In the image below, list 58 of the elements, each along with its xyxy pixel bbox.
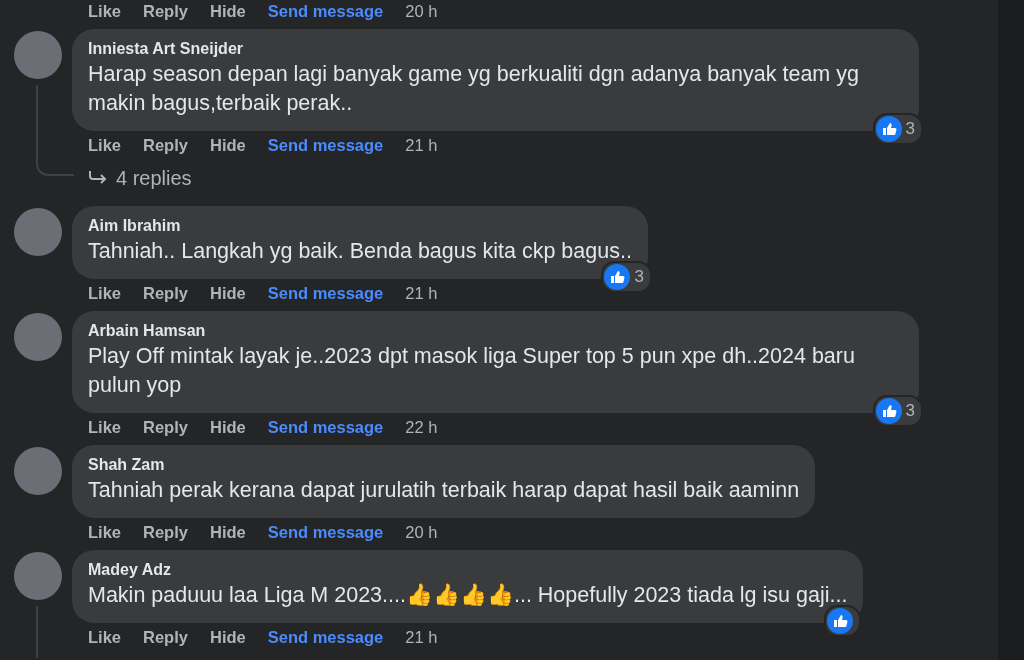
action-link[interactable]: Hide — [209, 283, 246, 303]
action-link[interactable]: Like — [88, 417, 122, 437]
thumbs-up-icon — [604, 264, 631, 290]
comment-text: Play Off mintak layak je..2023 dpt masok liga Super top 5 pun xpe dh..2024 baru pulun yop — [88, 343, 856, 399]
thumbs-up-icon — [827, 608, 854, 634]
timestamp: 22 h — [405, 417, 438, 437]
reaction-badge[interactable] — [824, 605, 862, 637]
action-link[interactable]: Reply — [143, 417, 188, 437]
send-message-link[interactable]: Send message — [267, 522, 384, 542]
timestamp: 20 h — [405, 1, 438, 21]
comment-text: Makin paduuu laa Liga M 2023....👍👍👍👍... Hopefully 2023 tiada lg isu gaji... — [88, 582, 848, 609]
avatar[interactable] — [14, 313, 62, 361]
comment-author[interactable]: Arbain Hamsan — [88, 320, 903, 342]
action-link[interactable]: Like — [88, 283, 122, 303]
action-link[interactable]: Hide — [209, 417, 246, 437]
replies-count: 4 replies — [116, 166, 192, 190]
reaction-badge[interactable]: 3 — [872, 113, 923, 145]
action-link[interactable]: Reply — [143, 522, 188, 542]
reaction-badge[interactable]: 3 — [872, 395, 923, 427]
timestamp: 21 h — [405, 627, 438, 647]
thumbs-up-icon — [875, 116, 902, 142]
action-link[interactable]: Like — [88, 135, 122, 155]
timestamp: 21 h — [405, 135, 438, 155]
reply-arrow-icon — [88, 170, 108, 186]
action-link[interactable]: Hide — [209, 627, 246, 647]
comment-text: Harap season depan lagi banyak game yg berkualiti dgn adanya banyak team yg makin bagus,terbaik perak.. — [88, 61, 860, 117]
send-message-link[interactable]: Send message — [267, 1, 384, 21]
comment-author[interactable]: Inniesta Art Sneijder — [88, 38, 903, 60]
replies-link[interactable]: 4 replies — [72, 156, 192, 199]
send-message-link[interactable]: Send message — [267, 417, 384, 437]
send-message-link[interactable]: Send message — [267, 627, 384, 647]
timestamp: 20 h — [405, 522, 438, 542]
avatar[interactable] — [14, 447, 62, 495]
action-link[interactable]: Like — [88, 1, 122, 21]
reaction-count: 3 — [905, 401, 915, 421]
action-link[interactable]: Like — [88, 522, 122, 542]
comment-text: Tahniah perak kerana dapat jurulatih terbaik harap dapat hasil baik aaminn — [88, 477, 800, 504]
thumbs-up-icon — [875, 398, 902, 424]
comment-author[interactable]: Aim Ibrahim — [88, 215, 632, 237]
timestamp: 21 h — [405, 283, 438, 303]
comment-author[interactable]: Madey Adz — [88, 559, 848, 581]
send-message-link[interactable]: Send message — [267, 283, 384, 303]
reaction-badge[interactable]: 3 — [601, 261, 652, 293]
action-link[interactable]: Hide — [209, 135, 246, 155]
action-link[interactable]: Reply — [143, 627, 188, 647]
avatar[interactable] — [14, 31, 62, 79]
avatar[interactable] — [14, 208, 62, 256]
action-link[interactable]: Hide — [209, 1, 246, 21]
reaction-count: 3 — [634, 267, 644, 287]
action-link[interactable]: Reply — [143, 283, 188, 303]
reaction-count: 3 — [905, 119, 915, 139]
avatar[interactable] — [14, 552, 62, 600]
action-link[interactable]: Reply — [143, 135, 188, 155]
comment-author[interactable]: Shah Zam — [88, 454, 800, 476]
send-message-link[interactable]: Send message — [267, 135, 384, 155]
action-link[interactable]: Like — [88, 627, 122, 647]
action-link[interactable]: Reply — [143, 1, 188, 21]
action-link[interactable]: Hide — [209, 522, 246, 542]
